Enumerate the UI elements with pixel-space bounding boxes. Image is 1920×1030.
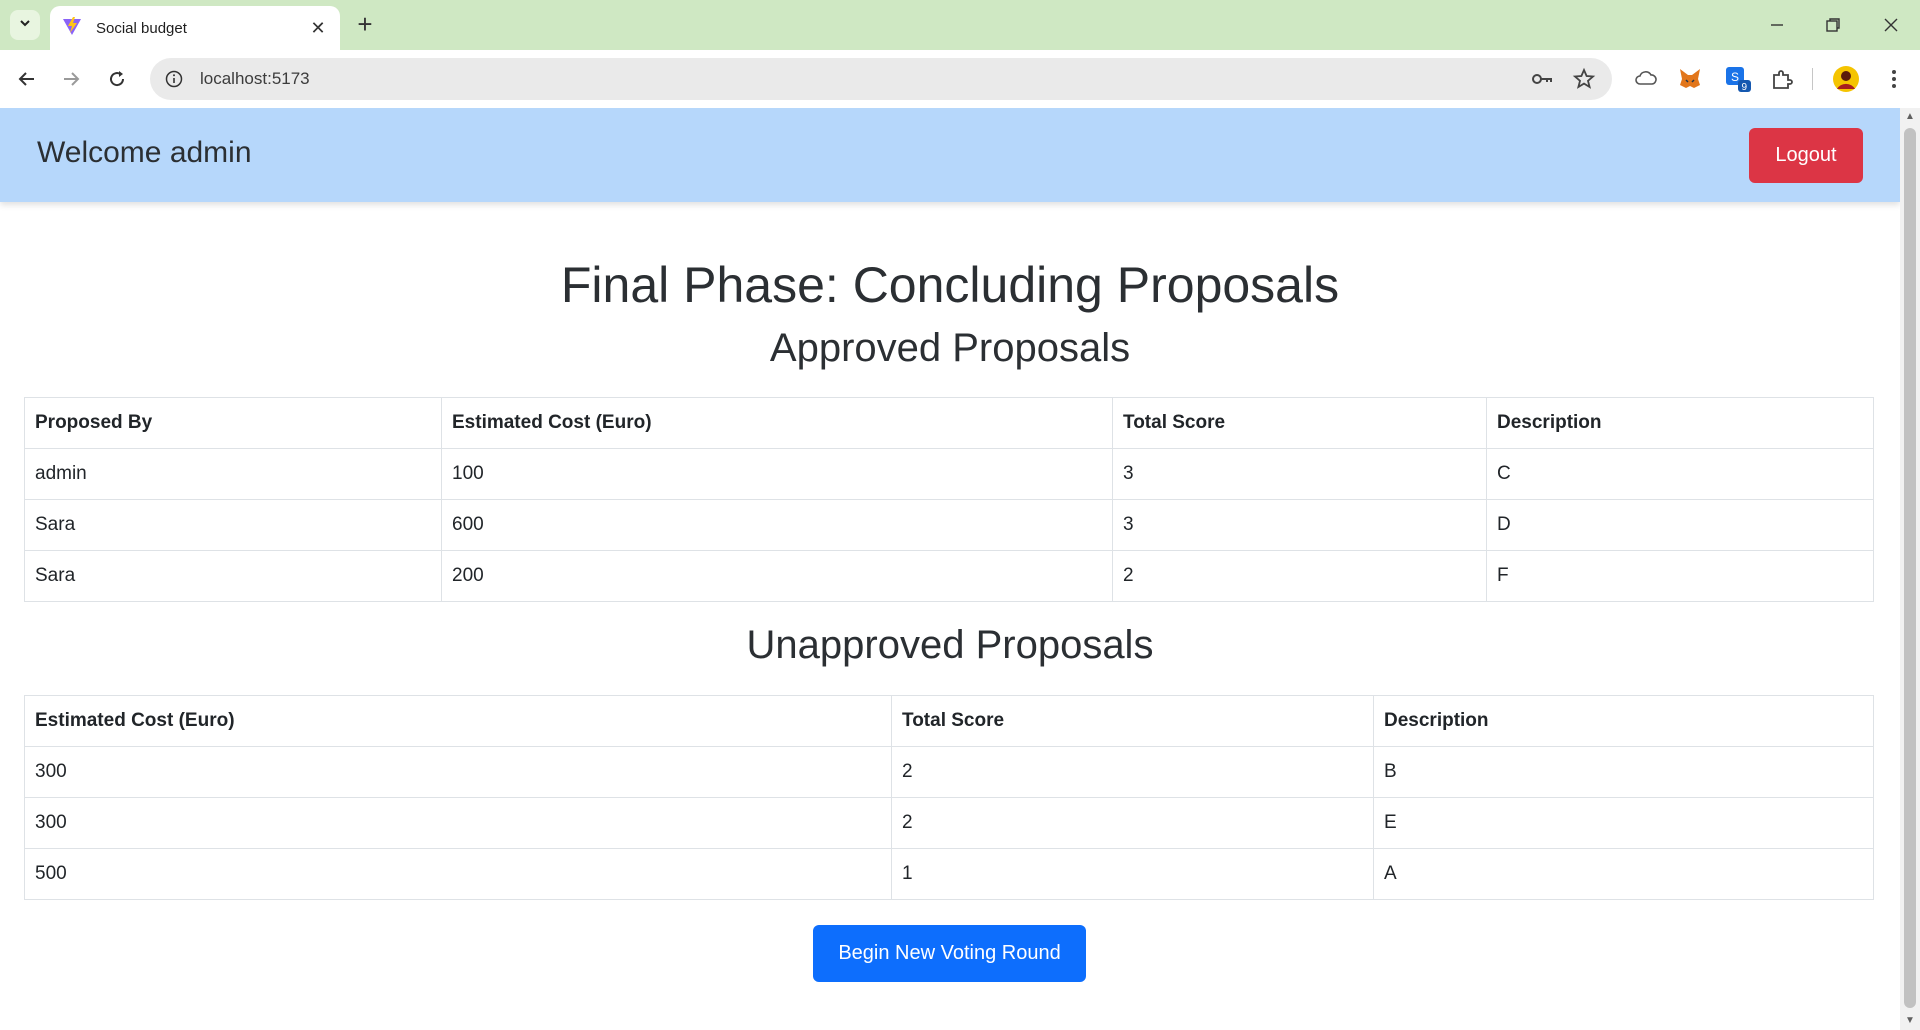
vite-favicon-icon: [62, 16, 82, 41]
cloud-extension-icon[interactable]: [1630, 63, 1662, 95]
cell-proposed-by: admin: [24, 448, 442, 500]
new-tab-button[interactable]: +: [352, 11, 378, 38]
cell-score: 2: [891, 746, 1374, 798]
app-header: Welcome admin Logout: [0, 108, 1900, 202]
table-row: 500 1 A: [24, 848, 1874, 900]
table-row: 300 2 E: [24, 797, 1874, 849]
url-text: localhost:5173: [200, 69, 310, 88]
scroll-up-arrow-icon[interactable]: ▲: [1904, 111, 1916, 123]
welcome-text: Welcome admin: [37, 136, 252, 169]
approved-col-description: Description: [1486, 397, 1874, 449]
cell-proposed-by: Sara: [24, 499, 442, 551]
cell-score: 1: [891, 848, 1374, 900]
extension-badge: 9: [1742, 82, 1748, 93]
cell-score: 3: [1112, 448, 1487, 500]
toolbar-separator: [1812, 68, 1813, 90]
cell-score: 3: [1112, 499, 1487, 551]
metamask-fox-icon[interactable]: [1674, 63, 1706, 95]
chevron-down-icon: [18, 16, 32, 35]
begin-new-voting-round-button[interactable]: Begin New Voting Round: [813, 925, 1086, 982]
scroll-thumb[interactable]: [1904, 128, 1916, 1008]
browser-tab-bar: Social budget ✕ +: [0, 0, 1920, 50]
site-info-icon[interactable]: [162, 67, 186, 91]
page-scrollbar[interactable]: ▲ ▼: [1900, 108, 1920, 1030]
logout-button[interactable]: Logout: [1749, 128, 1863, 183]
profile-avatar[interactable]: [1830, 63, 1862, 95]
back-button[interactable]: [12, 64, 42, 94]
table-row: 300 2 B: [24, 746, 1874, 798]
approved-col-score: Total Score: [1112, 397, 1487, 449]
minimize-button[interactable]: [1762, 10, 1792, 40]
table-row: Sara 600 3 D: [24, 499, 1874, 551]
cell-description: B: [1373, 746, 1874, 798]
table-row: Sara 200 2 F: [24, 550, 1874, 602]
cell-description: C: [1486, 448, 1874, 500]
approved-col-cost: Estimated Cost (Euro): [441, 397, 1113, 449]
restore-button[interactable]: [1818, 10, 1848, 40]
cell-cost: 100: [441, 448, 1113, 500]
cell-cost: 300: [24, 746, 892, 798]
tab-search-button[interactable]: [10, 10, 40, 40]
tab-title: Social budget: [96, 19, 187, 37]
scroll-down-arrow-icon[interactable]: ▼: [1904, 1015, 1916, 1027]
unapproved-col-score: Total Score: [891, 695, 1374, 747]
cell-cost: 500: [24, 848, 892, 900]
page-title: Final Phase: Concluding Proposals: [560, 257, 1340, 313]
browser-tab[interactable]: Social budget ✕: [50, 6, 340, 50]
unapproved-heading: Unapproved Proposals: [746, 623, 1154, 667]
browser-menu-icon[interactable]: [1878, 63, 1910, 95]
cell-cost: 300: [24, 797, 892, 849]
forward-button[interactable]: [56, 64, 86, 94]
password-key-icon[interactable]: [1530, 67, 1554, 96]
browser-toolbar: localhost:5173 S9: [0, 50, 1920, 108]
approved-heading: Approved Proposals: [769, 326, 1131, 370]
svg-text:S: S: [1731, 70, 1739, 84]
translate-extension-icon[interactable]: S9: [1722, 63, 1754, 95]
unapproved-col-cost: Estimated Cost (Euro): [24, 695, 892, 747]
page-viewport: Welcome admin Logout Final Phase: Conclu…: [0, 108, 1900, 1030]
cell-cost: 600: [441, 499, 1113, 551]
unapproved-table: Estimated Cost (Euro) Total Score Descri…: [24, 695, 1874, 900]
cell-description: E: [1373, 797, 1874, 849]
approved-col-proposed-by: Proposed By: [24, 397, 442, 449]
extensions-puzzle-icon[interactable]: [1766, 63, 1798, 95]
unapproved-col-description: Description: [1373, 695, 1874, 747]
cell-cost: 200: [441, 550, 1113, 602]
table-row: admin 100 3 C: [24, 448, 1874, 500]
reload-button[interactable]: [102, 64, 132, 94]
address-bar[interactable]: localhost:5173: [150, 58, 1612, 100]
close-window-button[interactable]: [1876, 10, 1906, 40]
approved-header-row: Proposed By Estimated Cost (Euro) Total …: [24, 397, 1874, 449]
cell-score: 2: [1112, 550, 1487, 602]
cell-description: F: [1486, 550, 1874, 602]
cell-description: D: [1486, 499, 1874, 551]
cell-description: A: [1373, 848, 1874, 900]
cell-score: 2: [891, 797, 1374, 849]
approved-table: Proposed By Estimated Cost (Euro) Total …: [24, 397, 1874, 602]
cell-proposed-by: Sara: [24, 550, 442, 602]
unapproved-header-row: Estimated Cost (Euro) Total Score Descri…: [24, 695, 1874, 747]
bookmark-star-icon[interactable]: [1572, 67, 1596, 96]
tab-close-icon[interactable]: ✕: [308, 18, 328, 39]
